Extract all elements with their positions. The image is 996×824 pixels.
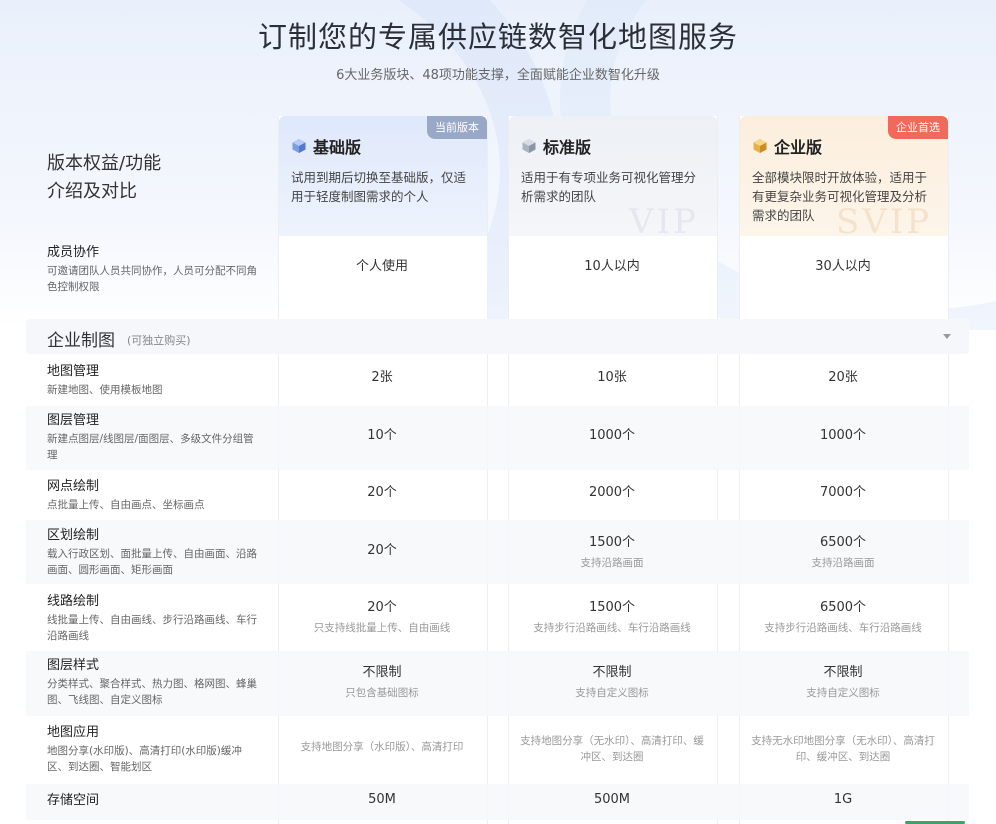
cube-icon — [522, 139, 536, 153]
plan-card-standard[interactable]: 标准版 适用于有专项业务可视化管理分析需求的团队 VIP — [509, 116, 717, 236]
table-row: 存储空间 50M 500M 1G — [26, 784, 969, 820]
page-title: 订制您的专属供应链数智化地图服务 — [257, 20, 738, 54]
table-cell: 10人以内 — [584, 259, 640, 274]
compare-label: 版本权益/功能 介绍及对比 — [47, 150, 247, 206]
plan-name: 企业版 — [774, 138, 823, 157]
plan-title: 标准版 — [521, 134, 591, 158]
table-row: 图层样式 分类样式、聚合样式、热力图、格网图、蜂巢图、飞线图、自定义图标 不限制… — [26, 651, 969, 716]
table-cell: 7000个 — [819, 485, 867, 500]
row-description: 新建点图层/线图层/面图层、多级文件分组管理 — [47, 433, 254, 461]
row-description: 线批量上传、自由画线、步行沿路画线、车行沿路画线 — [47, 614, 257, 642]
row-description: 可邀请团队人员共同协作，人员可分配不同角色控制权限 — [47, 265, 257, 293]
table-row: 地图应用 地图分享(水印版)、高清打印(水印版)缓冲区、到达圈、智能划区 支持地… — [26, 718, 969, 782]
row-title: 地图管理 — [47, 364, 100, 379]
row-description: 新建地图、使用模板地图 — [47, 384, 163, 396]
plan-description: 试用到期后切换至基础版，仅适用于轻度制图需求的个人 — [291, 170, 467, 204]
table-cell: 支持地图分享（水印版）、高清打印 — [300, 741, 464, 753]
table-cell: 个人使用 — [355, 259, 408, 274]
current-version-badge: 当前版本 — [427, 116, 487, 139]
plan-card-enterprise[interactable]: 企业首选 企业版 全部模块限时开放体验，适用于有更复杂业务可视化管理及分析需求的… — [740, 116, 948, 236]
table-row: 图层管理 新建点图层/线图层/面图层、多级文件分组管理 10个 1000个 10… — [26, 406, 969, 470]
table-cell: 1500个 支持沿路画面 — [580, 535, 644, 569]
table-cell: 20个 只支持线批量上传、自由画线 — [313, 600, 451, 634]
row-label: 区划绘制 载入行政区划、面批量上传、自由画面、沿路画面、圆形画面、矩形画面 — [47, 527, 262, 578]
table-cell: 1500个 支持步行沿路画线、车行沿路画线 — [533, 600, 691, 634]
row-label: 线路绘制 线批量上传、自由画线、步行沿路画线、车行沿路画线 — [47, 593, 262, 644]
row-description: 载入行政区划、面批量上传、自由画面、沿路画面、圆形画面、矩形画面 — [47, 548, 257, 576]
table-cell: 20个 — [367, 485, 397, 500]
row-label: 地图应用 地图分享(水印版)、高清打印(水印版)缓冲区、到达圈、智能划区 — [47, 724, 262, 775]
row-title: 图层样式 — [47, 658, 100, 673]
table-cell: 6500个 支持步行沿路画线、车行沿路画线 — [764, 600, 922, 634]
row-description: 分类样式、聚合样式、热力图、格网图、蜂巢图、飞线图、自定义图标 — [47, 678, 257, 706]
row-title: 成员协作 — [47, 245, 100, 260]
row-label: 成员协作 可邀请团队人员共同协作，人员可分配不同角色控制权限 — [47, 244, 262, 295]
table-row: 区划绘制 载入行政区划、面批量上传、自由画面、沿路画面、圆形画面、矩形画面 20… — [26, 520, 969, 584]
table-cell: 支持无水印地图分享（无水印）、高清打印、缓冲区、到达圈 — [751, 735, 935, 763]
enterprise-choice-badge: 企业首选 — [888, 116, 948, 139]
row-title: 存储空间 — [47, 793, 100, 808]
row-description: 点批量上传、自由画点、坐标画点 — [47, 499, 205, 511]
row-label: 地图管理 新建地图、使用模板地图 — [47, 363, 262, 398]
plan-card-basic[interactable]: 当前版本 基础版 试用到期后切换至基础版，仅适用于轻度制图需求的个人 — [279, 116, 487, 236]
row-title: 区划绘制 — [47, 528, 100, 543]
plan-name: 标准版 — [543, 138, 592, 157]
compare-label-line: 介绍及对比 — [47, 181, 137, 202]
row-title: 线路绘制 — [47, 594, 100, 609]
table-cell: 50M — [368, 792, 396, 807]
section-title: 企业制图 — [47, 331, 115, 351]
table-cell: 2张 — [371, 370, 393, 385]
row-label: 图层管理 新建点图层/线图层/面图层、多级文件分组管理 — [47, 412, 262, 463]
table-cell: 10个 — [367, 428, 397, 443]
table-cell: 1000个 — [819, 428, 867, 443]
table-cell: 1G — [833, 792, 853, 807]
cube-icon — [292, 139, 306, 153]
vip-watermark: VIP — [629, 202, 699, 236]
caret-down-icon[interactable] — [943, 334, 951, 339]
table-cell: 6500个 支持沿路画面 — [811, 535, 875, 569]
section-note: (可独立购买) — [127, 334, 191, 347]
table-cell: 2000个 — [588, 485, 636, 500]
section-header-enterprise-mapping[interactable]: 企业制图 (可独立购买) — [26, 319, 969, 354]
plan-name: 基础版 — [313, 138, 362, 157]
table-row: 网点绘制 点批量上传、自由画点、坐标画点 20个 2000个 7000个 — [26, 472, 969, 520]
compare-label-line: 版本权益/功能 — [47, 153, 162, 174]
row-label: 图层样式 分类样式、聚合样式、热力图、格网图、蜂巢图、飞线图、自定义图标 — [47, 657, 262, 708]
row-description: 地图分享(水印版)、高清打印(水印版)缓冲区、到达圈、智能划区 — [47, 745, 242, 773]
plan-title: 企业版 — [752, 134, 822, 158]
row-title: 图层管理 — [47, 413, 100, 428]
table-cell: 支持地图分享（无水印）、高清打印、缓冲区、到达圈 — [520, 735, 704, 763]
table-cell: 不限制 支持自定义图标 — [806, 665, 880, 699]
table-cell: 30人以内 — [815, 259, 871, 274]
table-cell: 500M — [593, 792, 631, 807]
plan-description: 适用于有专项业务可视化管理分析需求的团队 — [521, 170, 697, 204]
table-cell: 10张 — [597, 370, 627, 385]
table-cell: 1000个 — [588, 428, 636, 443]
row-title: 网点绘制 — [47, 479, 100, 494]
table-cell: 不限制 只包含基础图标 — [345, 665, 419, 699]
table-row: 地图管理 新建地图、使用模板地图 2张 10张 20张 — [26, 356, 969, 406]
table-cell: 20个 — [367, 543, 397, 558]
row-label: 网点绘制 点批量上传、自由画点、坐标画点 — [47, 478, 262, 513]
page-subtitle: 6大业务版块、48项功能支撑，全面赋能企业数智化升级 — [336, 68, 660, 83]
table-row: 线路绘制 线批量上传、自由画线、步行沿路画线、车行沿路画线 20个 只支持线批量上… — [26, 586, 969, 650]
table-cell: 不限制 支持自定义图标 — [575, 665, 649, 699]
plan-title: 基础版 — [291, 134, 361, 158]
table-cell: 20张 — [828, 370, 858, 385]
cube-icon — [753, 139, 767, 153]
table-row-member: 成员协作 可邀请团队人员共同协作，人员可分配不同角色控制权限 个人使用 10人以… — [26, 240, 969, 316]
row-label: 存储空间 — [47, 792, 262, 810]
row-title: 地图应用 — [47, 725, 100, 740]
svip-watermark: SVIP — [836, 202, 933, 236]
